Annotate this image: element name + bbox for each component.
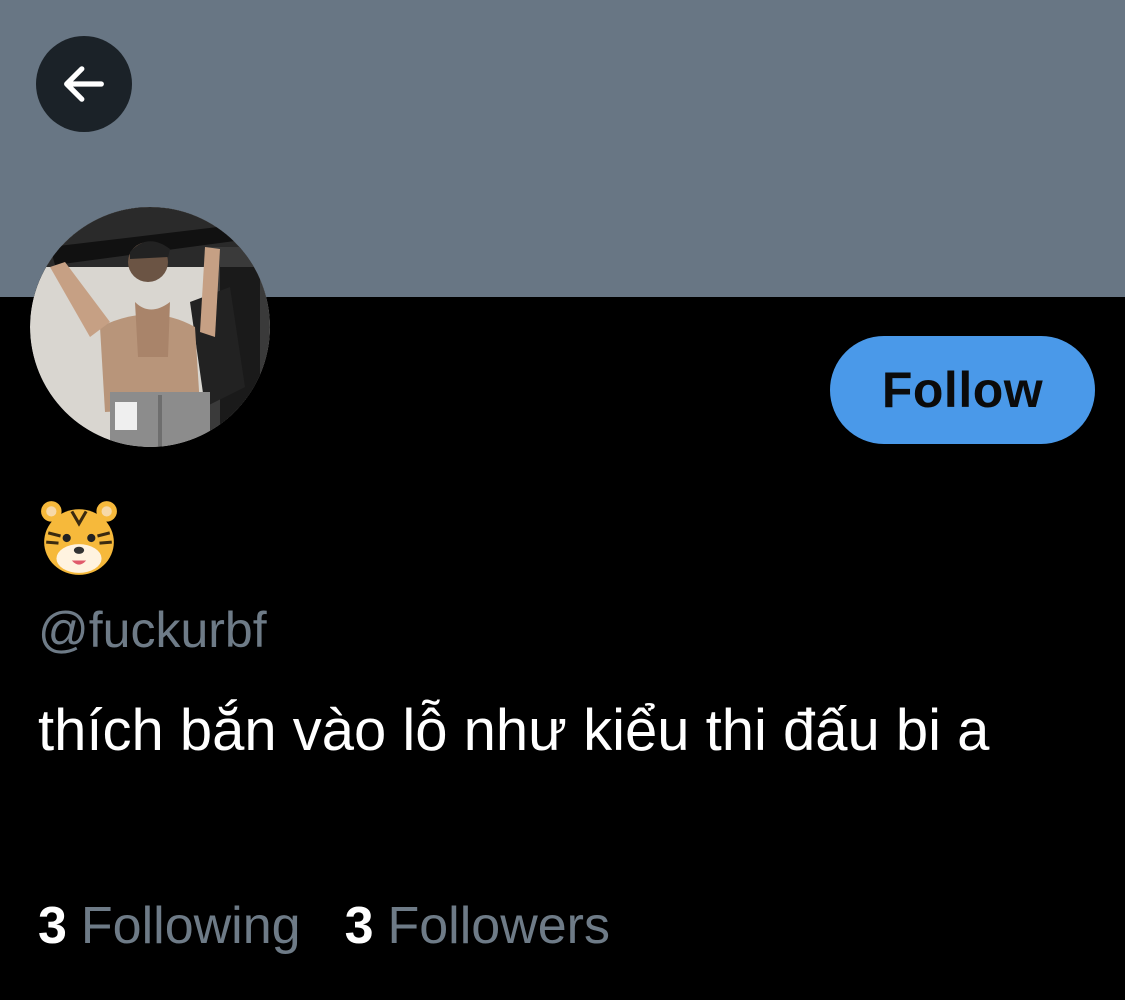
following-count: 3 (38, 897, 67, 955)
follow-button[interactable]: Follow (830, 336, 1095, 444)
followers-link[interactable]: 3 Followers (345, 895, 610, 957)
display-name (38, 497, 120, 579)
arrow-left-icon (64, 66, 104, 102)
profile-bio: thích bắn vào lỗ như kiểu thi đấu bi a (38, 698, 990, 763)
following-link[interactable]: 3 Following (38, 895, 301, 957)
tiger-face-emoji (41, 501, 117, 575)
following-label: Following (80, 897, 301, 955)
followers-count: 3 (344, 897, 374, 955)
avatar-photo (30, 207, 270, 447)
avatar[interactable] (30, 207, 270, 447)
profile-stats: 3 Following 3 Followers (38, 895, 610, 957)
back-button[interactable] (36, 36, 132, 132)
profile-page: Follow @fuckurbf thích bắn vào lỗ như ki… (0, 0, 1125, 1000)
profile-handle: @fuckurbf (38, 602, 267, 658)
followers-label: Followers (387, 897, 611, 955)
